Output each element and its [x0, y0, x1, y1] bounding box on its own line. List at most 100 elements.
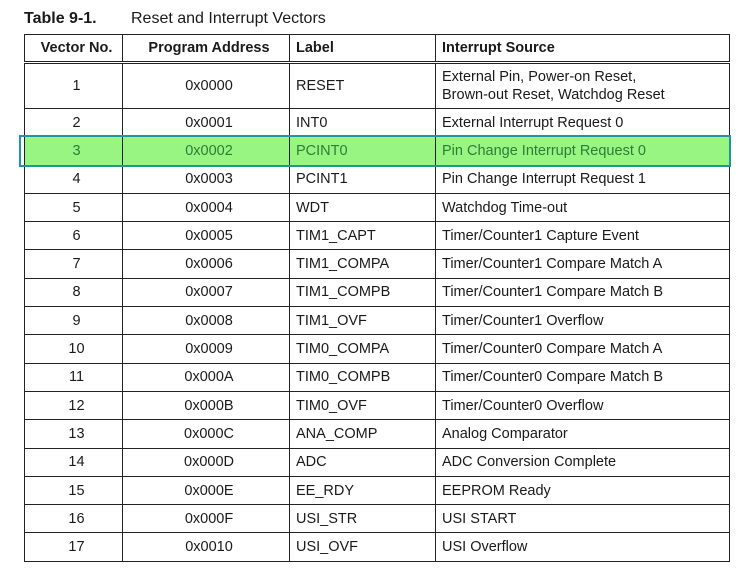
interrupt-source-cell: External Interrupt Request 0: [435, 107, 730, 138]
interrupt-source-line: External Interrupt Request 0: [442, 114, 624, 131]
table-row-highlighted: 3 0x0002 PCINT0 Pin Change Interrupt Reques…: [24, 136, 730, 166]
label-cell: USI_STR: [289, 504, 436, 534]
interrupt-source-cell: ADC Conversion Complete: [435, 447, 730, 477]
interrupt-source-line: EEPROM Ready: [442, 482, 551, 499]
table-row: 7 0x0006 TIM1_COMPA Timer/Counter1 Compare …: [24, 249, 730, 279]
table-row: 10 0x0009 TIM0_COMPA Timer/Counter0 Compare…: [24, 334, 730, 364]
table-row: 1 0x0000 RESET External Pin, Power-on Reset…: [24, 62, 730, 109]
program-address-cell: 0x000C: [122, 419, 290, 449]
table-row: 8 0x0007 TIM1_COMPB Timer/Counter1 Compare …: [24, 277, 730, 308]
table-caption: Table 9-1. Reset and Interrupt Vectors: [24, 8, 326, 30]
interrupt-source-cell: Timer/Counter0 Compare Match A: [435, 334, 730, 364]
interrupt-source-cell: Pin Change Interrupt Request 0: [435, 136, 730, 166]
header-program-address: Program Address: [122, 34, 290, 64]
header-vector-no: Vector No.: [24, 34, 123, 64]
interrupt-source-line: Timer/Counter1 Compare Match B: [442, 284, 664, 301]
table-row: 13 0x000C ANA_COMP Analog Comparator: [24, 419, 730, 449]
interrupt-source-line: Pin Change Interrupt Request 0: [442, 142, 646, 159]
program-address-cell: 0x0010: [122, 532, 290, 562]
interrupt-source-line: ADC Conversion Complete: [442, 454, 617, 471]
program-address-cell: 0x0003: [122, 164, 290, 194]
label-cell: TIM0_COMPB: [289, 362, 436, 392]
vector-number-cell: 2: [24, 107, 123, 138]
interrupt-source-cell: External Pin, Power-on Reset, Brown-out R…: [435, 62, 730, 109]
vector-number-cell: 15: [24, 475, 123, 506]
table-row: 15 0x000E EE_RDY EEPROM Ready: [24, 475, 730, 506]
label-cell: TIM1_CAPT: [289, 221, 436, 251]
label-cell: EE_RDY: [289, 475, 436, 506]
interrupt-source-line: Timer/Counter1 Compare Match A: [442, 256, 663, 273]
table-row: 6 0x0005 TIM1_CAPT Timer/Counter1 Capture E…: [24, 221, 730, 251]
header-label: Label: [289, 34, 436, 64]
vector-number-cell: 6: [24, 221, 123, 251]
vector-number-cell: 16: [24, 504, 123, 534]
label-cell: TIM1_COMPA: [289, 249, 436, 279]
interrupt-source-line: External Pin, Power-on Reset,: [442, 69, 637, 85]
table-row: 2 0x0001 INT0 External Interrupt Request 0: [24, 107, 730, 138]
label-cell: PCINT1: [289, 164, 436, 194]
table-row: 14 0x000D ADC ADC Conversion Complete: [24, 447, 730, 477]
program-address-cell: 0x0009: [122, 334, 290, 364]
vector-number-cell: 8: [24, 277, 123, 308]
interrupt-source-line: Timer/Counter0 Compare Match A: [442, 341, 663, 358]
vector-number-cell: 12: [24, 390, 123, 421]
table-row: 9 0x0008 TIM1_OVF Timer/Counter1 Overflow: [24, 306, 730, 336]
interrupt-source-cell: Watchdog Time-out: [435, 192, 730, 223]
label-cell: USI_OVF: [289, 532, 436, 562]
label-cell: TIM1_OVF: [289, 306, 436, 336]
table-row: 11 0x000A TIM0_COMPB Timer/Counter0 Compare…: [24, 362, 730, 392]
vector-number-cell: 1: [24, 62, 123, 109]
program-address-cell: 0x0002: [122, 136, 290, 166]
program-address-cell: 0x000D: [122, 447, 290, 477]
interrupt-source-cell: Analog Comparator: [435, 419, 730, 449]
interrupt-source-line: Timer/Counter1 Overflow: [442, 312, 604, 329]
interrupt-source-cell: Timer/Counter1 Compare Match A: [435, 249, 730, 279]
table-row: 5 0x0004 WDT Watchdog Time-out: [24, 192, 730, 223]
vector-number-cell: 5: [24, 192, 123, 223]
label-cell: TIM0_OVF: [289, 390, 436, 421]
table-row: 4 0x0003 PCINT1 Pin Change Interrupt Reques…: [24, 164, 730, 194]
label-cell: INT0: [289, 107, 436, 138]
interrupt-source-line: Pin Change Interrupt Request 1: [442, 171, 646, 188]
label-cell: TIM1_COMPB: [289, 277, 436, 308]
program-address-cell: 0x0000: [122, 62, 290, 109]
vector-number-cell: 4: [24, 164, 123, 194]
interrupt-source-line: Analog Comparator: [442, 425, 568, 442]
interrupt-source-line: Brown-out Reset, Watchdog Reset: [442, 87, 665, 103]
vector-number-cell: 14: [24, 447, 123, 477]
table-header-row: Vector No. Program Address Label Interru…: [24, 34, 730, 64]
program-address-cell: 0x000A: [122, 362, 290, 392]
vector-number-cell: 17: [24, 532, 123, 562]
label-cell: WDT: [289, 192, 436, 223]
vector-number-cell: 9: [24, 306, 123, 336]
program-address-cell: 0x000F: [122, 504, 290, 534]
program-address-cell: 0x0006: [122, 249, 290, 279]
interrupt-source-cell: Timer/Counter1 Capture Event: [435, 221, 730, 251]
vector-number-cell: 3: [24, 136, 123, 166]
table-row: 17 0x0010 USI_OVF USI Overflow: [24, 532, 730, 562]
interrupt-source-cell: Pin Change Interrupt Request 1: [435, 164, 730, 194]
interrupt-source-cell: Timer/Counter0 Overflow: [435, 390, 730, 421]
interrupt-source-cell: USI START: [435, 504, 730, 534]
interrupt-source-cell: Timer/Counter1 Overflow: [435, 306, 730, 336]
interrupt-source-line: USI START: [442, 510, 517, 527]
interrupt-source-cell: EEPROM Ready: [435, 475, 730, 506]
interrupt-source-cell: Timer/Counter0 Compare Match B: [435, 362, 730, 392]
label-cell: PCINT0: [289, 136, 436, 166]
interrupt-source-line: Timer/Counter0 Overflow: [442, 397, 604, 414]
table-row: 16 0x000F USI_STR USI START: [24, 504, 730, 534]
program-address-cell: 0x0004: [122, 192, 290, 223]
program-address-cell: 0x0001: [122, 107, 290, 138]
vector-number-cell: 11: [24, 362, 123, 392]
label-cell: RESET: [289, 62, 436, 109]
interrupt-vector-table: Vector No. Program Address Label Interru…: [24, 34, 730, 562]
label-cell: ADC: [289, 447, 436, 477]
interrupt-source-line: USI Overflow: [442, 539, 528, 556]
table-row: 12 0x000B TIM0_OVF Timer/Counter0 Overflow: [24, 390, 730, 421]
table-number: Table 9-1.: [24, 10, 97, 27]
header-interrupt-source: Interrupt Source: [435, 34, 730, 64]
program-address-cell: 0x0007: [122, 277, 290, 308]
program-address-cell: 0x000E: [122, 475, 290, 506]
program-address-cell: 0x000B: [122, 390, 290, 421]
interrupt-source-line: Timer/Counter0 Compare Match B: [442, 369, 664, 386]
